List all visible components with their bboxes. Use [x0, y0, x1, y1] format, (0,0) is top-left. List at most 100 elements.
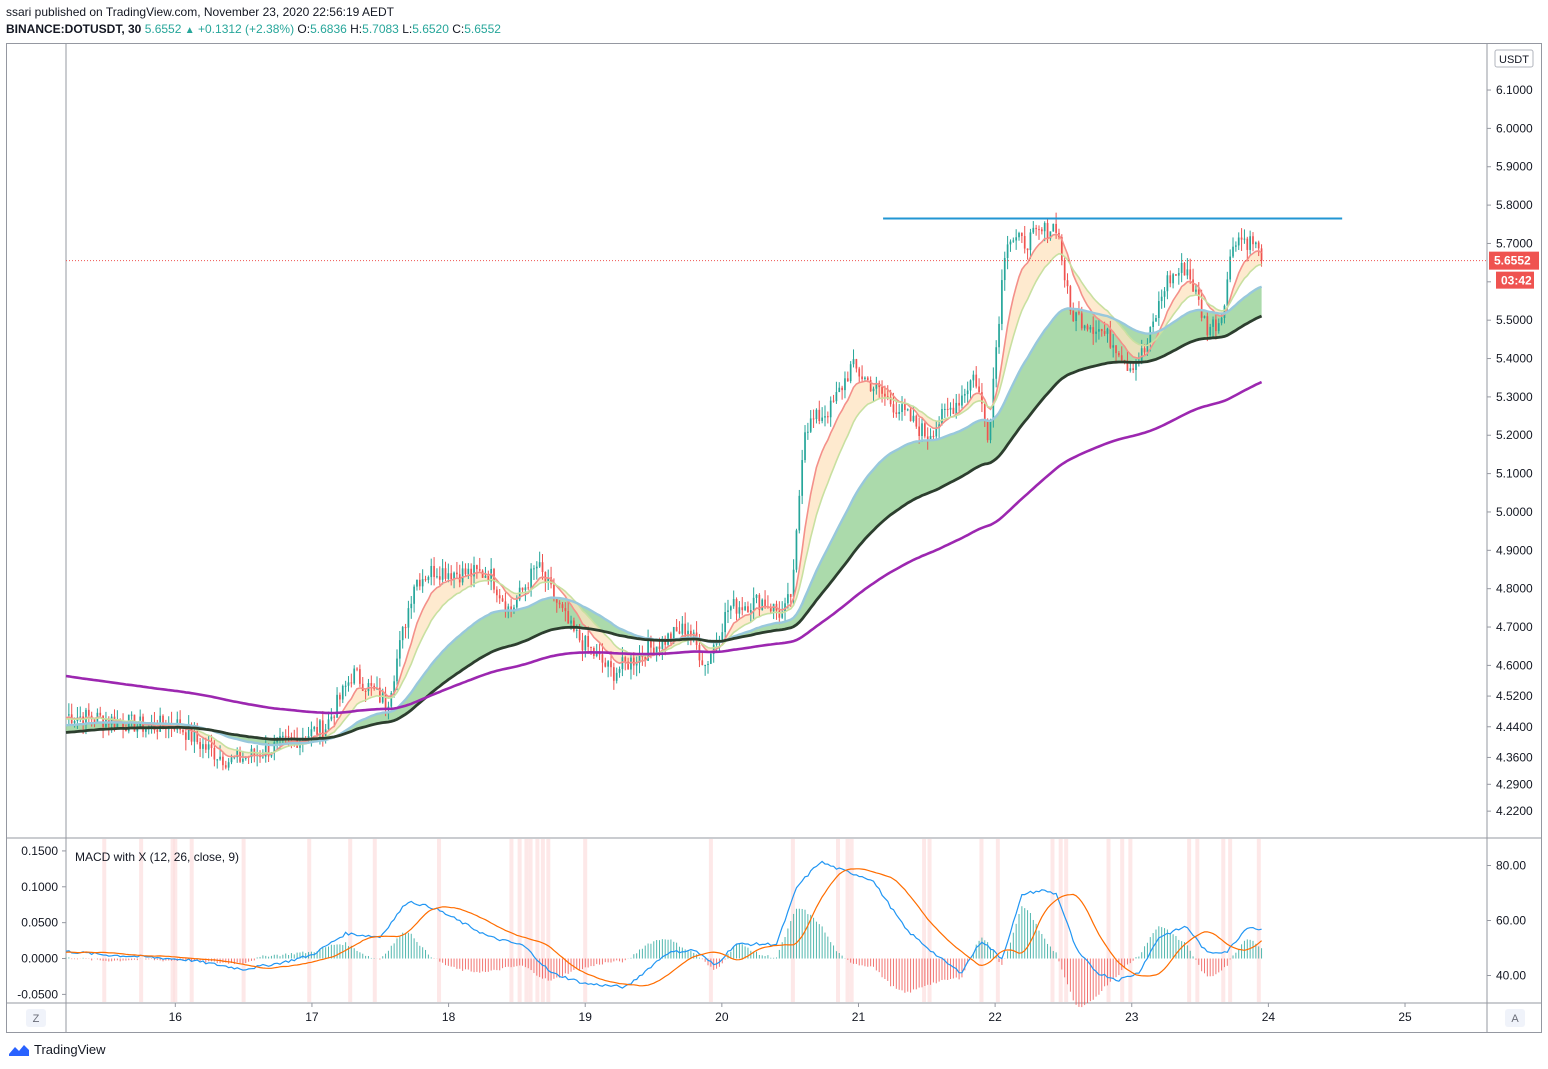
price-candle — [558, 602, 561, 605]
price-candle — [852, 359, 855, 365]
price-candle — [1192, 279, 1194, 292]
macd-highlight-band — [348, 839, 353, 1002]
price-candle — [99, 712, 102, 716]
countdown-label: 03:42 — [1501, 274, 1532, 288]
price-candle — [1029, 232, 1032, 251]
price-candle — [955, 402, 958, 414]
price-candle — [347, 682, 350, 686]
price-candle — [741, 607, 744, 611]
price-tick-label: 4.7000 — [1496, 620, 1533, 634]
price-candle — [866, 377, 869, 381]
price-candle — [1086, 325, 1089, 330]
price-candle — [1212, 319, 1214, 327]
auto-scale-button-label: A — [1511, 1013, 1519, 1025]
macd-highlight-band — [524, 839, 529, 1002]
price-candle — [1252, 236, 1254, 245]
price-candle — [1103, 331, 1106, 334]
price-candle — [612, 667, 615, 681]
price-candle — [1254, 242, 1257, 245]
price-candle — [216, 759, 219, 761]
price-tick-label: 4.6000 — [1496, 658, 1533, 672]
price-candle — [478, 569, 481, 571]
price-candle — [998, 323, 1000, 348]
price-candle — [912, 415, 915, 422]
price-candle — [838, 387, 841, 393]
price-candle — [1186, 269, 1189, 276]
price-candle — [1095, 331, 1097, 334]
price-candle — [464, 568, 467, 575]
price-candle — [764, 599, 766, 607]
macd-highlight-band — [790, 839, 795, 1002]
price-candle — [1009, 241, 1012, 245]
footer-brand: TradingView — [34, 1042, 106, 1057]
price-tick-label: 4.8000 — [1496, 582, 1533, 596]
macd-highlight-band — [835, 839, 840, 1002]
price-candle — [995, 347, 998, 379]
price-candle — [884, 393, 886, 397]
price-candle — [287, 736, 290, 738]
price-candle — [581, 640, 584, 651]
price-candle — [1092, 327, 1095, 334]
price-candle — [1003, 258, 1006, 281]
time-tick-label: 17 — [305, 1010, 319, 1024]
price-candle — [789, 594, 792, 597]
price-candle — [541, 562, 544, 573]
price-candle — [1052, 223, 1055, 232]
price-candle — [815, 409, 818, 420]
price-candle — [909, 409, 912, 422]
price-candle — [102, 715, 104, 727]
macd-highlight-band — [922, 839, 927, 1002]
macd-highlight-band — [583, 839, 588, 1002]
chart-canvas[interactable]: 6.10006.00005.90005.80005.70005.60005.50… — [0, 0, 1548, 1069]
price-candle — [1046, 223, 1049, 239]
price-candle — [398, 640, 401, 659]
price-candle — [678, 631, 681, 634]
price-candle — [73, 720, 76, 724]
price-candle — [524, 587, 527, 591]
price-candle — [835, 392, 838, 402]
price-candle — [67, 714, 70, 716]
price-candle — [735, 599, 738, 614]
price-candle — [401, 627, 404, 641]
price-candle — [1118, 353, 1120, 356]
ma-line-200 — [65, 380, 1263, 715]
price-candle — [824, 416, 826, 418]
price-candle — [684, 623, 687, 635]
price-candle — [721, 632, 724, 640]
price-candle — [1015, 237, 1018, 241]
price-candle — [456, 572, 458, 575]
macd-highlight-band — [1256, 839, 1261, 1002]
price-candle — [467, 568, 470, 575]
price-candle — [798, 495, 801, 531]
price-candle — [752, 597, 755, 611]
price-candle — [983, 403, 986, 420]
macd-highlight-band — [241, 839, 246, 1002]
macd-highlight-band — [535, 839, 540, 1002]
price-tick-label: 5.3000 — [1496, 390, 1533, 404]
price-candle — [650, 640, 652, 648]
price-candle — [895, 412, 898, 414]
price-candle — [681, 623, 684, 634]
price-candle — [1209, 326, 1212, 336]
price-candle — [496, 589, 498, 596]
price-candle — [350, 682, 353, 684]
price-candle — [975, 374, 978, 387]
price-candle — [1229, 256, 1232, 280]
ma-line-100 — [65, 314, 1263, 741]
price-candle — [615, 672, 618, 681]
macd-highlight-band — [1187, 839, 1192, 1002]
tradingview-logo-icon — [9, 1044, 29, 1056]
time-tick-label: 21 — [852, 1010, 866, 1024]
price-candle — [573, 620, 575, 631]
price-tick-label: 5.0000 — [1496, 505, 1533, 519]
price-candle — [727, 610, 729, 613]
price-candle — [1023, 236, 1026, 249]
price-candle — [1012, 240, 1015, 242]
price-candle — [381, 693, 384, 703]
price-candle — [182, 729, 184, 733]
price-candle — [590, 646, 592, 648]
price-candle — [481, 570, 484, 578]
price-candle — [801, 460, 804, 496]
price-candle — [707, 663, 709, 666]
price-candle — [204, 744, 207, 750]
